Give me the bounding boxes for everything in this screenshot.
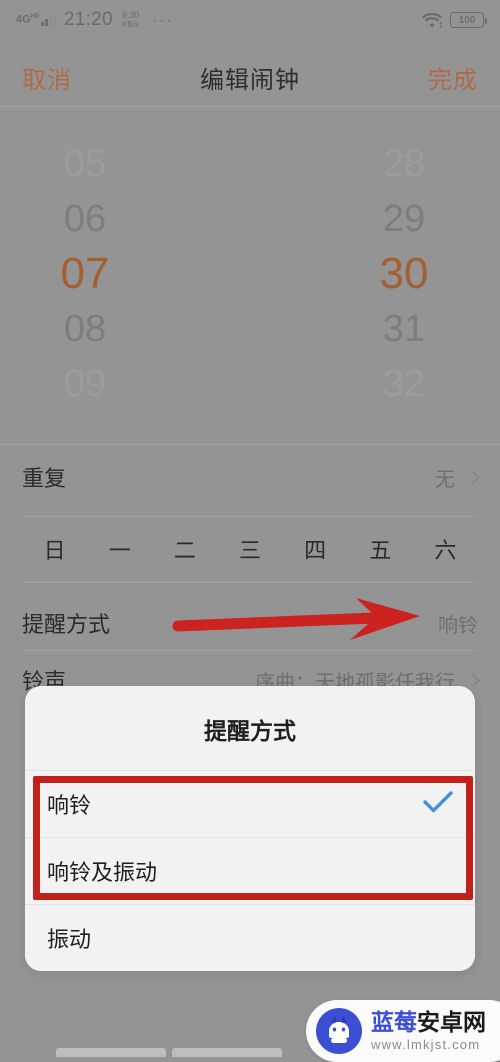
minute-option[interactable]: 31 <box>250 302 500 357</box>
row-repeat-value: 无 <box>435 468 455 491</box>
navbar-divider <box>0 106 500 107</box>
dialog-title: 提醒方式 <box>204 718 296 744</box>
status-bar-right: 100 <box>421 12 487 29</box>
minute-option[interactable]: 29 <box>250 192 500 247</box>
done-button[interactable]: 完成 <box>428 60 478 95</box>
minute-option[interactable]: 28 <box>250 137 500 192</box>
minute-option-selected[interactable]: 30 <box>250 247 500 302</box>
watermark-name-part2: 安卓网 <box>417 1009 486 1035</box>
weekday-wed[interactable]: 三 <box>217 533 282 565</box>
row-repeat-label: 重复 <box>22 466 67 491</box>
hour-option[interactable]: 05 <box>0 137 250 192</box>
dialog-option-label: 响铃 <box>47 793 92 818</box>
battery-level-label: 100 <box>458 14 476 26</box>
hour-option-selected[interactable]: 07 <box>0 247 250 302</box>
network-speed-unit: KB/s <box>121 19 139 29</box>
page-title: 编辑闹钟 <box>200 66 300 94</box>
divider-below-weekdays <box>22 582 478 583</box>
divider-above-weekdays <box>22 516 478 517</box>
row-reminder-method-label: 提醒方式 <box>22 612 111 637</box>
chevron-right-icon <box>467 673 480 687</box>
time-picker[interactable]: 05 06 07 08 09 28 29 30 31 32 <box>0 118 500 430</box>
annotation-arrow-icon <box>172 598 420 640</box>
weekday-sat[interactable]: 六 <box>413 533 478 565</box>
minute-wheel[interactable]: 28 29 30 31 32 <box>250 118 500 430</box>
watermark-text: 蓝莓安卓网 www.lmkjst.com <box>371 1011 486 1052</box>
navigation-bar: 取消 编辑闹钟 完成 <box>0 48 500 106</box>
minute-option[interactable]: 32 <box>250 357 500 412</box>
chevron-right-icon <box>467 470 480 484</box>
weekday-fri[interactable]: 五 <box>348 533 413 565</box>
dialog-option-ring-vibrate[interactable]: 响铃及振动 <box>25 837 475 904</box>
network-type-label: 4GHD <box>16 13 40 26</box>
signal-bars-icon <box>41 14 56 26</box>
row-reminder-method-value: 响铃 <box>438 614 478 637</box>
watermark-name-part1: 蓝莓 <box>371 1009 417 1035</box>
weekday-selector[interactable]: 日 一 二 三 四 五 六 <box>0 518 500 580</box>
hour-option[interactable]: 08 <box>0 302 250 357</box>
dialog-option-label: 振动 <box>47 927 92 952</box>
hour-option[interactable]: 09 <box>0 357 250 412</box>
cancel-button[interactable]: 取消 <box>22 60 72 95</box>
hour-option[interactable]: 06 <box>0 192 250 247</box>
overflow-dots-icon: ··· <box>152 11 174 29</box>
weekday-mon[interactable]: 一 <box>87 533 152 565</box>
weekday-tue[interactable]: 二 <box>152 533 217 565</box>
cellular-signal-group: 4GHD <box>16 14 56 26</box>
divider-above-ringtone <box>22 650 478 651</box>
network-hd-sup: HD <box>30 14 40 21</box>
network-speed: 9.30 KB/s <box>121 10 140 29</box>
divider-above-repeat <box>0 444 500 445</box>
dialog-option-label: 响铃及振动 <box>47 860 158 885</box>
weekday-thu[interactable]: 四 <box>283 533 348 565</box>
wifi-icon <box>421 12 443 28</box>
dialog-option-ring[interactable]: 响铃 <box>25 770 475 837</box>
watermark-site-name: 蓝莓安卓网 <box>371 1011 486 1034</box>
status-bar-left: 4GHD 21:20 9.30 KB/s ··· <box>16 9 173 31</box>
reminder-method-dialog: 提醒方式 响铃 响铃及振动 振动 <box>25 686 475 971</box>
dialog-option-vibrate[interactable]: 振动 <box>25 904 475 971</box>
status-bar: 4GHD 21:20 9.30 KB/s ··· 100 <box>0 0 500 40</box>
row-repeat[interactable]: 重复 无 <box>0 446 500 508</box>
bottom-partial-elements <box>0 1048 500 1057</box>
checkmark-icon <box>423 790 453 819</box>
hour-wheel[interactable]: 05 06 07 08 09 <box>0 118 250 430</box>
status-bar-clock: 21:20 <box>63 9 113 30</box>
battery-icon: 100 <box>450 12 487 28</box>
weekday-sun[interactable]: 日 <box>22 533 87 565</box>
